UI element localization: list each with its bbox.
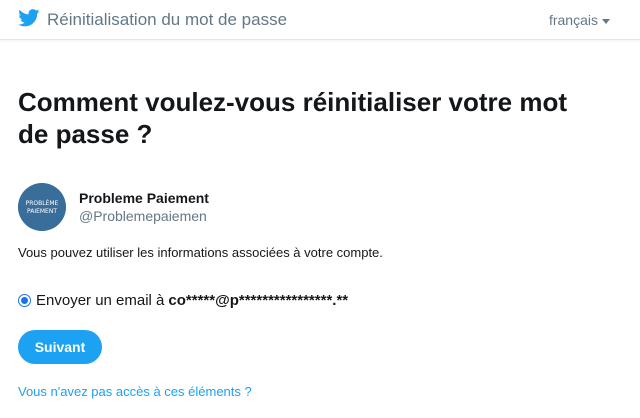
info-text: Vous pouvez utiliser les informations as… xyxy=(18,245,383,260)
avatar-text-line2: PAIEMENT xyxy=(27,208,57,215)
top-bar: Réinitialisation du mot de passe françai… xyxy=(0,0,640,40)
avatar: PROBLÈME PAIEMENT xyxy=(18,183,66,231)
next-button[interactable]: Suivant xyxy=(18,330,102,364)
email-option-label[interactable]: Envoyer un email à xyxy=(36,292,164,309)
main-heading: Comment voulez-vous réinitialiser votre … xyxy=(18,87,568,149)
account-name: Probleme Paiement xyxy=(79,190,209,206)
email-option-radio[interactable] xyxy=(18,294,31,307)
page-title: Réinitialisation du mot de passe xyxy=(47,10,288,29)
caret-down-icon[interactable] xyxy=(602,19,610,24)
avatar-text-line1: PROBLÈME xyxy=(26,199,59,207)
language-selector[interactable]: français xyxy=(549,12,598,28)
account-handle: @Problemepaiemen xyxy=(79,208,207,224)
twitter-bird-icon[interactable] xyxy=(18,9,40,27)
email-option[interactable]: Envoyer un email à co*****@p************… xyxy=(18,292,348,309)
no-access-link[interactable]: Vous n'avez pas accès à ces éléments ? xyxy=(18,384,252,399)
masked-email[interactable]: co*****@p****************.** xyxy=(168,292,348,309)
